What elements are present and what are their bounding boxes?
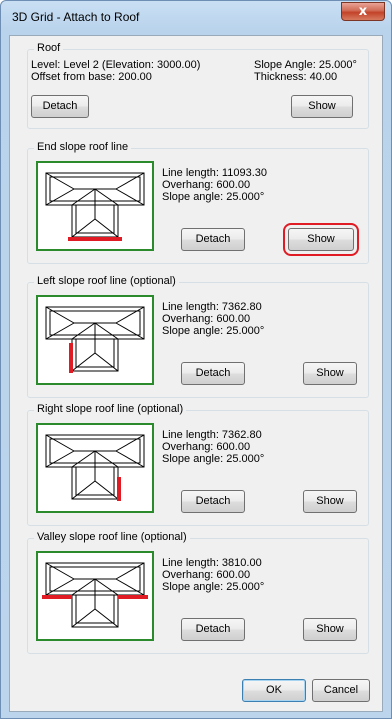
left-slope-angle: Slope angle: 25.000° bbox=[162, 325, 265, 337]
valley-slope-overhang: Overhang: 600.00 bbox=[162, 569, 251, 581]
valley-slope-preview bbox=[36, 551, 154, 641]
roof-level-text: Level: Level 2 (Elevation: 3000.00) bbox=[31, 59, 201, 71]
right-slope-line-length: Line length: 7362.80 bbox=[162, 429, 262, 441]
right-slope-angle: Slope angle: 25.000° bbox=[162, 453, 265, 465]
valley-slope-legend: Valley slope roof line (optional) bbox=[34, 531, 190, 543]
roof-group-legend: Roof bbox=[34, 42, 64, 54]
right-slope-group: Right slope roof line (optional) Line le… bbox=[27, 403, 369, 526]
roof-plan-diagram bbox=[45, 172, 145, 241]
dialog-window: 3D Grid - Attach to Roof x Roof Level: L… bbox=[0, 0, 392, 719]
end-slope-show-button[interactable]: Show bbox=[283, 223, 359, 256]
end-slope-angle: Slope angle: 25.000° bbox=[162, 191, 265, 203]
left-slope-preview bbox=[36, 295, 154, 385]
left-slope-info: Line length: 7362.80 Overhang: 600.00 Sl… bbox=[162, 301, 264, 337]
end-slope-overhang: Overhang: 600.00 bbox=[162, 179, 251, 191]
left-slope-legend: Left slope roof line (optional) bbox=[34, 275, 179, 287]
roof-group: Roof Level: Level 2 (Elevation: 3000.00)… bbox=[27, 42, 369, 129]
end-slope-group: End slope roof line Line length: 11093.3… bbox=[27, 141, 369, 264]
left-slope-show-button[interactable]: Show bbox=[303, 362, 357, 385]
close-icon: x bbox=[358, 4, 368, 19]
end-slope-line-length: Line length: 11093.30 bbox=[162, 167, 267, 179]
roof-offset-text: Offset from base: 200.00 bbox=[31, 71, 152, 83]
cancel-button[interactable]: Cancel bbox=[312, 679, 370, 702]
roof-detach-button[interactable]: Detach bbox=[31, 95, 89, 118]
end-slope-legend: End slope roof line bbox=[34, 141, 132, 153]
valley-slope-line-length: Line length: 3810.00 bbox=[162, 557, 262, 569]
end-slope-info: Line length: 11093.30 Overhang: 600.00 S… bbox=[162, 167, 267, 203]
title-bar[interactable]: 3D Grid - Attach to Roof x bbox=[1, 1, 391, 35]
right-slope-overhang: Overhang: 600.00 bbox=[162, 441, 251, 453]
left-slope-overhang: Overhang: 600.00 bbox=[162, 313, 251, 325]
right-slope-preview bbox=[36, 423, 154, 513]
left-slope-line-length: Line length: 7362.80 bbox=[162, 301, 262, 313]
dialog-client-area: Roof Level: Level 2 (Elevation: 3000.00)… bbox=[9, 35, 383, 712]
right-slope-info: Line length: 7362.80 Overhang: 600.00 Sl… bbox=[162, 429, 264, 465]
left-slope-detach-button[interactable]: Detach bbox=[181, 362, 245, 385]
end-slope-detach-button[interactable]: Detach bbox=[181, 228, 245, 251]
roof-thickness-text: Thickness: 40.00 bbox=[254, 71, 338, 83]
right-slope-show-button[interactable]: Show bbox=[303, 490, 357, 513]
right-slope-detach-button[interactable]: Detach bbox=[181, 490, 245, 513]
roof-show-button[interactable]: Show bbox=[291, 95, 353, 118]
window-title: 3D Grid - Attach to Roof bbox=[12, 10, 140, 24]
end-slope-preview bbox=[36, 161, 154, 251]
roof-plan-diagram bbox=[45, 306, 145, 373]
right-slope-legend: Right slope roof line (optional) bbox=[34, 403, 187, 415]
valley-slope-info: Line length: 3810.00 Overhang: 600.00 Sl… bbox=[162, 557, 264, 593]
close-button[interactable]: x bbox=[341, 2, 385, 21]
valley-slope-angle: Slope angle: 25.000° bbox=[162, 581, 265, 593]
valley-slope-show-button[interactable]: Show bbox=[303, 618, 357, 641]
roof-plan-diagram bbox=[45, 434, 145, 501]
valley-slope-detach-button[interactable]: Detach bbox=[181, 618, 245, 641]
roof-slope-angle-text: Slope Angle: 25.000° bbox=[254, 59, 357, 71]
roof-plan-diagram bbox=[42, 562, 148, 628]
valley-slope-group: Valley slope roof line (optional) Line l… bbox=[27, 531, 369, 654]
left-slope-group: Left slope roof line (optional) Line len… bbox=[27, 275, 369, 398]
ok-button[interactable]: OK bbox=[242, 679, 306, 702]
